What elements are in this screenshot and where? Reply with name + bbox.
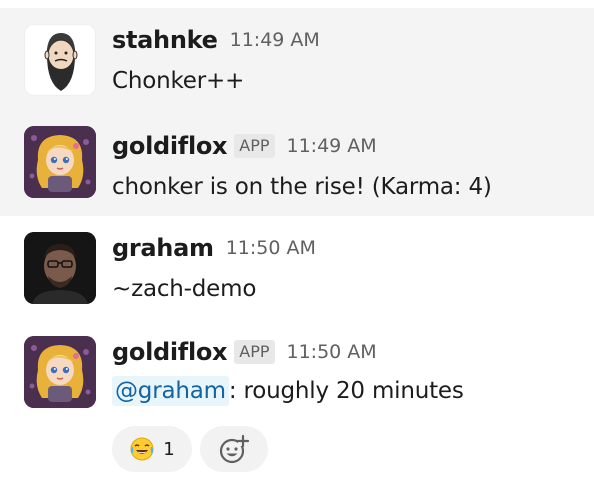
message[interactable]: graham 11:50 AM ~zach-demo [0, 216, 594, 320]
author-name[interactable]: graham [112, 234, 214, 262]
add-reaction-icon [219, 434, 250, 464]
joy-emoji-icon [130, 437, 154, 461]
message[interactable]: goldiflox APP 11:49 AM chonker is on the… [0, 110, 594, 216]
message[interactable]: goldiflox APP 11:50 AM @graham: roughly … [0, 320, 594, 494]
message-feed: stahnke 11:49 AM Chonker++ goldiflox APP… [0, 0, 594, 494]
message-text-rest: : roughly 20 minutes [228, 378, 464, 404]
reaction-joy[interactable]: 1 [112, 426, 192, 472]
message-text: ~zach-demo [112, 276, 257, 302]
timestamp[interactable]: 11:49 AM [230, 29, 320, 51]
app-badge: APP [234, 134, 275, 158]
avatar[interactable] [24, 24, 96, 96]
author-name[interactable]: stahnke [112, 26, 218, 54]
message-text: Chonker++ [112, 68, 245, 94]
author-name[interactable]: goldiflox [112, 338, 228, 366]
message-header: stahnke 11:49 AM [112, 22, 320, 58]
message[interactable]: stahnke 11:49 AM Chonker++ [0, 8, 594, 110]
avatar-goldiflox-icon [24, 126, 96, 198]
message-header: goldiflox APP 11:50 AM [112, 334, 377, 370]
reaction-count: 1 [163, 438, 175, 460]
author-name[interactable]: goldiflox [112, 132, 228, 160]
avatar-bearded-man-icon [25, 25, 95, 95]
user-mention[interactable]: @graham [112, 376, 229, 406]
add-reaction-button[interactable] [200, 426, 268, 472]
timestamp[interactable]: 11:50 AM [226, 237, 316, 259]
message-header: graham 11:50 AM [112, 230, 316, 266]
avatar[interactable] [24, 336, 96, 408]
reactions-bar: 1 [112, 426, 268, 472]
message-text: @graham: roughly 20 minutes [112, 376, 464, 406]
avatar[interactable] [24, 126, 96, 198]
message-header: goldiflox APP 11:49 AM [112, 128, 377, 164]
avatar-photo-icon [24, 232, 96, 304]
avatar[interactable] [24, 232, 96, 304]
app-badge: APP [234, 340, 275, 364]
timestamp[interactable]: 11:49 AM [287, 135, 377, 157]
message-text: chonker is on the rise! (Karma: 4) [112, 174, 492, 200]
timestamp[interactable]: 11:50 AM [287, 341, 377, 363]
avatar-goldiflox-icon [24, 336, 96, 408]
